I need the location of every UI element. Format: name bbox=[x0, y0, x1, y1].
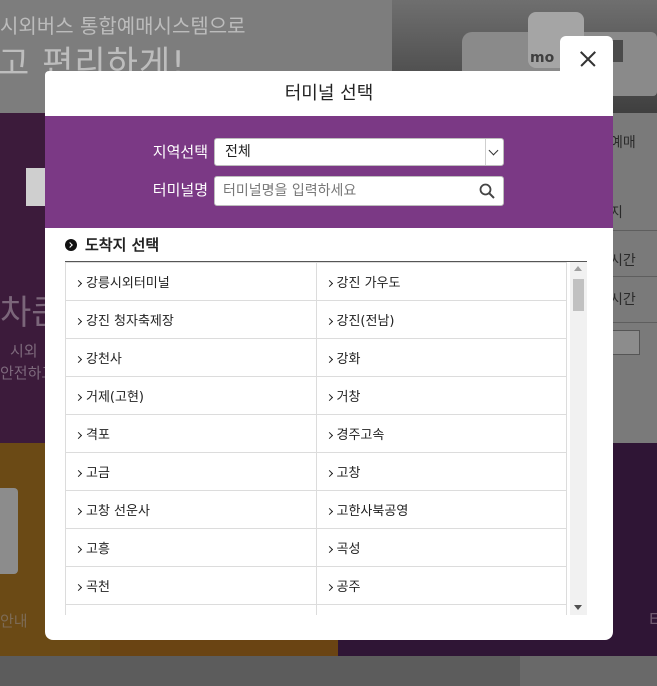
chevron-right-icon bbox=[74, 317, 83, 326]
chevron-right-icon bbox=[74, 355, 83, 364]
terminal-item[interactable]: 경주고속 bbox=[315, 414, 568, 453]
chevron-right-icon bbox=[74, 469, 83, 478]
terminal-name: 거창 bbox=[336, 390, 361, 405]
chevron-right-icon bbox=[74, 431, 83, 440]
terminal-item[interactable]: 공주 bbox=[315, 566, 568, 605]
table-row: 강진 청자축제장 강진(전남) bbox=[65, 300, 568, 339]
terminal-name: 격포 bbox=[86, 428, 110, 443]
modal-title: 터미널 선택 bbox=[284, 83, 374, 104]
search-icon[interactable] bbox=[479, 183, 495, 199]
chevron-right-icon bbox=[74, 507, 83, 516]
table-row: 거제(고현) 거창 bbox=[65, 376, 568, 415]
chevron-right-icon bbox=[74, 583, 83, 592]
table-row: 고창 선운사 고한사북공영 bbox=[65, 490, 568, 529]
terminal-item[interactable]: 곡천 bbox=[65, 566, 317, 605]
terminal-name: 경주고속 bbox=[336, 428, 385, 443]
terminal-item[interactable]: 고창 선운사 bbox=[65, 490, 317, 529]
terminal-name: 강천사 bbox=[86, 352, 122, 367]
terminal-item[interactable]: 곡성 bbox=[315, 528, 568, 567]
chevron-right-icon bbox=[325, 469, 333, 478]
chevron-right-icon bbox=[325, 431, 333, 440]
table-row: 고흥 곡성 bbox=[65, 528, 568, 567]
chevron-right-icon bbox=[74, 393, 83, 402]
terminal-item[interactable]: 강진 가우도 bbox=[315, 262, 568, 301]
terminal-name: 강진(전남) bbox=[336, 314, 395, 329]
terminal-name: 강진 청자축제장 bbox=[86, 314, 174, 329]
terminal-name: 거제(고현) bbox=[86, 390, 144, 405]
terminal-item[interactable]: 강진 청자축제장 bbox=[65, 300, 317, 339]
footer-right bbox=[520, 656, 657, 686]
region-label: 지역선택 bbox=[152, 143, 208, 161]
table-row: 곡천 공주 bbox=[65, 566, 568, 605]
table-row: 강천사 강화 bbox=[65, 338, 568, 377]
terminal-name: 고창 bbox=[336, 466, 361, 481]
section-heading: 도착지 선택 bbox=[65, 236, 159, 254]
chevron-right-icon bbox=[325, 317, 333, 326]
terminal-name: 강화 bbox=[336, 352, 361, 367]
table-row bbox=[65, 604, 568, 615]
table-row: 강릉시외터미널 강진 가우도 bbox=[65, 262, 568, 301]
chevron-right-icon bbox=[74, 545, 83, 554]
terminal-item[interactable]: 고한사북공영 bbox=[315, 490, 568, 529]
table-row: 고금 고창 bbox=[65, 452, 568, 491]
scroll-up-icon[interactable] bbox=[574, 266, 582, 271]
terminal-item[interactable] bbox=[65, 604, 317, 615]
table-row: 격포 경주고속 bbox=[65, 414, 568, 453]
terminal-item[interactable]: 고창 bbox=[315, 452, 568, 491]
terminal-row: 터미널명 bbox=[45, 176, 613, 206]
list-scrollbar[interactable] bbox=[570, 262, 587, 615]
region-value: 전체 bbox=[225, 144, 251, 160]
chevron-right-icon bbox=[325, 507, 333, 516]
region-row: 지역선택 전체 bbox=[45, 138, 613, 168]
section-title-text: 도착지 선택 bbox=[85, 236, 160, 254]
chevron-right-icon bbox=[325, 583, 333, 592]
chevron-right-icon bbox=[325, 355, 333, 364]
terminal-search-input[interactable] bbox=[214, 176, 504, 206]
terminal-name: 곡성 bbox=[336, 542, 361, 557]
terminal-label: 터미널명 bbox=[152, 181, 208, 199]
card-icon bbox=[0, 488, 18, 574]
terminal-table: 강릉시외터미널 강진 가우도강진 청자축제장 강진(전남) 강천사 강화거제(고현) 거창… bbox=[65, 262, 568, 615]
terminal-name: 고흥 bbox=[86, 542, 110, 557]
terminal-list: 강릉시외터미널 강진 가우도강진 청자축제장 강진(전남) 강천사 강화거제(고현) 거창… bbox=[65, 261, 587, 615]
terminal-name: 고창 선운사 bbox=[86, 504, 150, 519]
bottom-card-text: 안내 bbox=[0, 612, 28, 630]
chevron-right-icon bbox=[325, 279, 333, 288]
region-select[interactable]: 전체 bbox=[214, 138, 504, 166]
terminal-item[interactable]: 격포 bbox=[65, 414, 317, 453]
side-text-a: 시외 bbox=[10, 342, 38, 360]
bottom-right-text: E bbox=[649, 610, 657, 628]
terminal-item[interactable] bbox=[315, 604, 568, 615]
terminal-item[interactable]: 강릉시외터미널 bbox=[65, 262, 317, 301]
terminal-item[interactable]: 강화 bbox=[315, 338, 568, 377]
terminal-name: 강릉시외터미널 bbox=[86, 276, 170, 291]
terminal-item[interactable]: 거제(고현) bbox=[65, 376, 317, 415]
filter-area: 지역선택 전체 터미널명 bbox=[45, 116, 613, 228]
brand-logo-text: mo bbox=[530, 50, 555, 66]
scroll-thumb[interactable] bbox=[573, 279, 584, 311]
chevron-right-icon bbox=[74, 279, 83, 288]
scroll-down-icon[interactable] bbox=[574, 605, 582, 610]
terminal-item[interactable]: 고흥 bbox=[65, 528, 317, 567]
terminal-select-modal: 터미널 선택 지역선택 전체 터미널명 도착지 선택 강릉시외터미널 강진 가우도… bbox=[45, 71, 613, 640]
close-button[interactable] bbox=[560, 36, 613, 86]
circle-arrow-icon bbox=[65, 239, 77, 251]
chevron-right-icon bbox=[325, 545, 333, 554]
terminal-name: 고금 bbox=[86, 466, 110, 481]
terminal-name: 공주 bbox=[336, 580, 361, 595]
terminal-item[interactable]: 거창 bbox=[315, 376, 568, 415]
chevron-down-icon bbox=[485, 139, 503, 165]
hero-line-1: 시외버스 통합예매시스템으로 bbox=[0, 14, 246, 38]
terminal-item[interactable]: 강진(전남) bbox=[315, 300, 568, 339]
terminal-name: 고한사북공영 bbox=[336, 504, 409, 519]
terminal-item[interactable]: 강천사 bbox=[65, 338, 317, 377]
terminal-item[interactable]: 고금 bbox=[65, 452, 317, 491]
chevron-right-icon bbox=[325, 393, 333, 402]
terminal-name: 곡천 bbox=[86, 580, 110, 595]
terminal-name: 강진 가우도 bbox=[336, 276, 401, 291]
